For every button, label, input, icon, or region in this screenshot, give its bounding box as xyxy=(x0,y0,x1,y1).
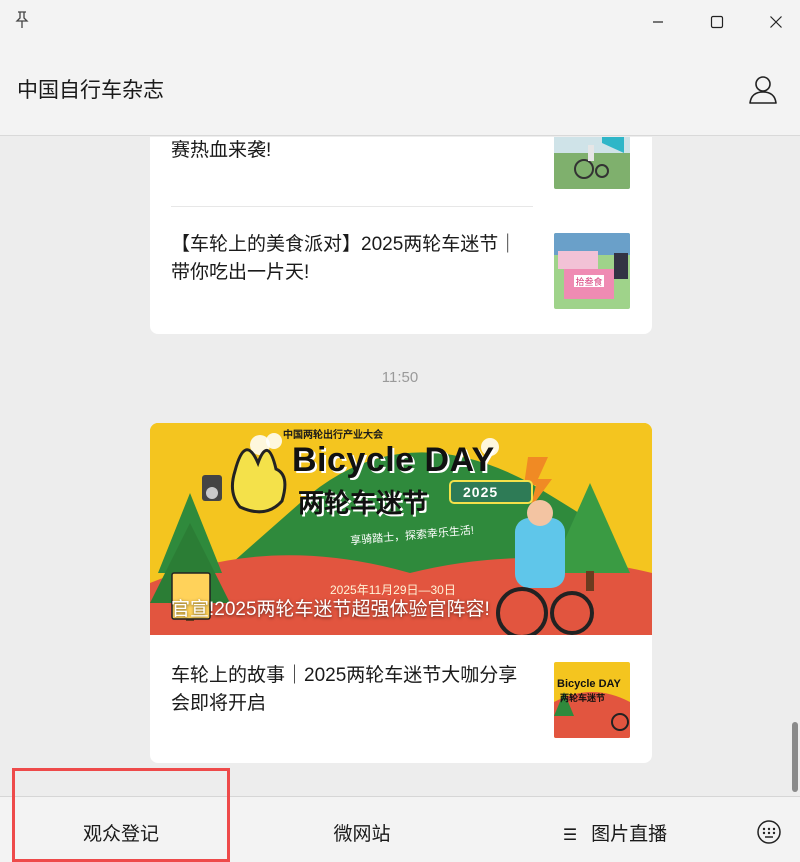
article-thumbnail xyxy=(554,137,630,189)
submenu-icon: ☰ xyxy=(562,827,578,844)
title-bar: 中国自行车杂志 xyxy=(0,0,800,136)
banner-title: 官宣!2025两轮车迷节超强体验官阵容! xyxy=(171,599,490,620)
banner-art-sub: 两轮车迷节 xyxy=(298,488,429,518)
message-timestamp: 11:50 xyxy=(381,369,419,386)
keyboard-icon[interactable] xyxy=(756,819,782,845)
menu-item-microsite[interactable]: 微网站 xyxy=(262,819,462,846)
menu-item-audience-register[interactable]: 观众登记 xyxy=(12,819,230,846)
scrollbar[interactable] xyxy=(792,722,798,792)
menu-item-photo-live[interactable]: ☰ 图片直播 xyxy=(540,819,690,846)
bottom-menu-bar: 观众登记 微网站 ☰ 图片直播 xyxy=(0,796,800,862)
thumb-sub: 两轮车迷节 xyxy=(560,693,606,703)
article-card: 赛热血来袭! 【车轮上的美食派对】2025两轮车迷节｜带你吃出一片天! 拾叁食 xyxy=(150,137,652,334)
banner-article[interactable]: 中国两轮出行产业大会 Bicycle DAY 两轮车迷节 2025 享骑踏士，探… xyxy=(150,423,652,635)
article-card: 中国两轮出行产业大会 Bicycle DAY 两轮车迷节 2025 享骑踏士，探… xyxy=(150,423,652,763)
close-button[interactable] xyxy=(762,8,790,36)
article-item[interactable]: 车轮上的故事｜2025两轮车迷节大咖分享会即将开启 Bicycle DAY 两轮… xyxy=(150,635,652,763)
article-item[interactable]: 【车轮上的美食派对】2025两轮车迷节｜带你吃出一片天! 拾叁食 xyxy=(150,207,652,334)
article-title: 【车轮上的美食派对】2025两轮车迷节｜带你吃出一片天! xyxy=(171,234,518,283)
thumb-heading: Bicycle DAY xyxy=(557,678,621,690)
account-title: 中国自行车杂志 xyxy=(17,79,164,102)
banner-art-year: 2025 xyxy=(463,484,499,500)
svg-text:拾叁食: 拾叁食 xyxy=(575,276,602,288)
article-thumbnail: 拾叁食 xyxy=(554,233,630,309)
menu-item-label: 图片直播 xyxy=(591,824,668,845)
banner-art-heading: Bicycle DAY xyxy=(292,441,495,479)
minimize-button[interactable] xyxy=(644,8,672,36)
profile-icon[interactable] xyxy=(746,73,780,107)
maximize-button[interactable] xyxy=(703,8,731,36)
article-title: 赛热血来袭! xyxy=(171,140,272,161)
banner-art-top: 中国两轮出行产业大会 xyxy=(283,430,383,441)
article-title: 车轮上的故事｜2025两轮车迷节大咖分享会即将开启 xyxy=(171,665,518,714)
message-feed[interactable]: 赛热血来袭! 【车轮上的美食派对】2025两轮车迷节｜带你吃出一片天! 拾叁食 … xyxy=(0,137,800,795)
article-thumbnail: Bicycle DAY 两轮车迷节 xyxy=(554,662,630,738)
pin-icon[interactable] xyxy=(12,10,32,30)
